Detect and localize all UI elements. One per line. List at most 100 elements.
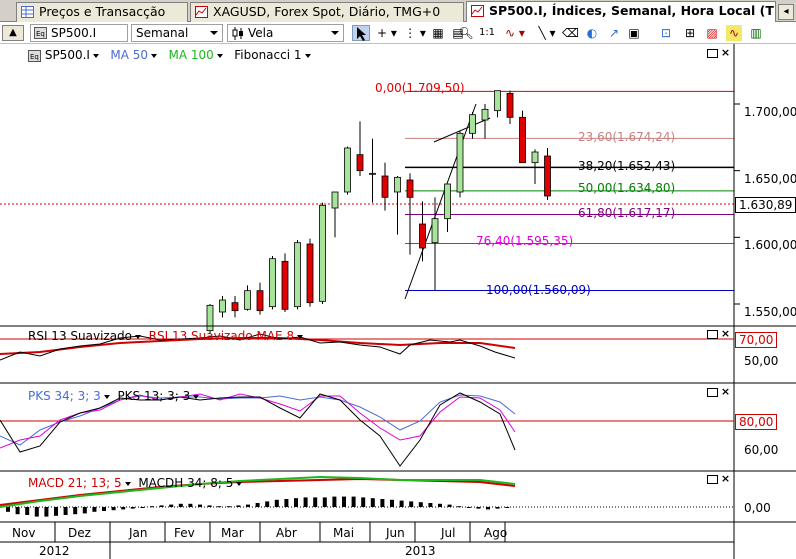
fib-label-382: 38,20(1.652,43) [578,159,676,173]
candle-body[interactable] [469,114,476,134]
macd-bar [255,503,260,507]
maximize-button[interactable] [707,330,718,339]
macd-bar [150,506,154,508]
macd-title[interactable]: MACD 21; 13; 5 [28,476,122,490]
tab-label: Preços e Transacção [39,4,166,19]
month-label: Mar [221,526,244,540]
candle-body[interactable] [544,155,551,197]
macd-bar [15,507,20,515]
fib-label-236: 23,60(1.674,24) [578,130,676,144]
candle-body[interactable] [456,132,464,193]
fibonacci-levels[interactable] [405,90,734,292]
month-label: Dez [68,526,91,540]
macd-bar [92,507,97,512]
candle-body[interactable] [319,204,326,302]
legend-fibonacci[interactable]: Fibonacci 1 [234,48,301,62]
close-icon[interactable]: × [720,328,731,340]
candle-body[interactable] [369,172,376,175]
export-icon[interactable]: ▥ [748,25,764,41]
zoom-in-icon[interactable]: 🔍︎ [458,25,474,41]
candle-body[interactable] [344,147,351,193]
candle-body[interactable] [294,242,301,308]
period-select[interactable]: Semanal [131,24,223,42]
rsi-level-high: 70,00 [735,332,778,348]
candle-body[interactable] [531,151,539,164]
eraser-icon[interactable]: ⌫ [562,25,579,41]
candle-body[interactable] [281,260,289,310]
macdh-title[interactable]: MACDH 34; 8; 5 [138,476,233,490]
color-icon[interactable]: ◐ [584,25,600,41]
tab-sp500[interactable]: SP500.I, Índices, Semanal, Hora Local (T [466,1,776,22]
alert-icon[interactable]: ∿ [726,25,742,41]
candle-body[interactable] [481,108,489,121]
macd-bar [457,506,462,508]
fibonacci-trend-line[interactable] [404,103,477,300]
macd-bar [505,507,510,508]
candle-body[interactable] [494,90,501,112]
crosshair-icon[interactable]: + ▾ [374,25,400,41]
candle-body[interactable] [356,154,364,172]
candle-body[interactable] [331,191,339,209]
candle-body[interactable] [231,302,239,312]
candle-body[interactable] [306,243,314,304]
layout-icon[interactable]: ⊞ [682,25,698,41]
macd-bar [111,507,116,511]
rsi-legend: RSI 13 Suavizado RSI 13 Suavizado MAE 8 [28,329,304,343]
tab-scroll-button[interactable]: ◂ [778,4,794,20]
legend-symbol[interactable]: SP500.I [45,48,90,62]
legend-ma100[interactable]: MA 100 [169,48,214,62]
candle-body[interactable] [256,290,264,312]
symbol-icon: Eq [28,49,41,62]
pks-34-title[interactable]: PKS 34; 3; 3 [28,389,101,403]
macd-bar [188,503,193,507]
candle-body[interactable] [519,116,526,164]
month-label: Nov [12,526,36,540]
symbol-icon: Eq [34,27,47,39]
rsi-mae-title[interactable]: RSI 13 Suavizado MAE 8 [149,329,294,343]
table-icon[interactable]: ▦ [430,25,446,41]
symbol-select[interactable]: Eq SP500.I [30,24,128,42]
candle-body[interactable] [444,183,451,220]
candle-body[interactable] [419,223,426,249]
candle-body[interactable] [206,304,214,332]
tab-bar: Preços e Transacção XAGUSD, Forex Spot, … [0,0,796,22]
line-icon[interactable]: ╲ ▾ [534,25,560,41]
month-label: Abr [276,526,297,540]
candle-body[interactable] [406,179,414,198]
image-icon[interactable]: ▣ [626,25,642,41]
rsi-title[interactable]: RSI 13 Suavizado [28,329,132,343]
candle-body[interactable] [381,175,389,198]
month-label: Mai [333,526,355,540]
pane-up-button[interactable]: ▲ [2,25,24,41]
macd-bar [63,507,68,515]
chart-type-select[interactable]: Vela [227,24,344,42]
candle-body[interactable] [269,258,276,308]
maximize-button[interactable] [707,49,718,58]
macd-bar [370,498,375,507]
close-icon[interactable]: × [720,47,731,59]
maximize-button[interactable] [707,388,718,397]
legend-ma50[interactable]: MA 50 [110,48,148,62]
candle-body[interactable] [219,299,226,313]
grid-icon[interactable]: ⋮ ▾ [402,25,428,41]
arrow-cursor-icon[interactable] [352,25,370,41]
candle-body[interactable] [394,176,401,193]
close-icon[interactable]: × [720,473,731,485]
candle-body[interactable] [431,218,439,244]
draw-icon[interactable]: ∿ ▾ [500,25,530,41]
macd-bar [466,507,471,508]
tab-xagusd[interactable]: XAGUSD, Forex Spot, Diário, TMG+0 [190,2,464,22]
candle-body[interactable] [506,92,514,118]
macd-bar [313,497,318,507]
maximize-button[interactable] [707,475,718,484]
pks-13-title[interactable]: PKS 13; 3; 3 [117,389,190,403]
candle-body[interactable] [244,290,251,310]
macd-bar [351,496,356,507]
zoom-out-icon[interactable]: 1:1 [478,25,496,41]
macd-bar [159,505,164,507]
chart-icon[interactable]: ▨ [704,25,720,41]
tab-precos[interactable]: Preços e Transacção [16,2,188,22]
settings-icon[interactable]: ⊡ [658,25,674,41]
text-icon[interactable]: ↗ [606,25,622,41]
close-icon[interactable]: × [720,386,731,398]
